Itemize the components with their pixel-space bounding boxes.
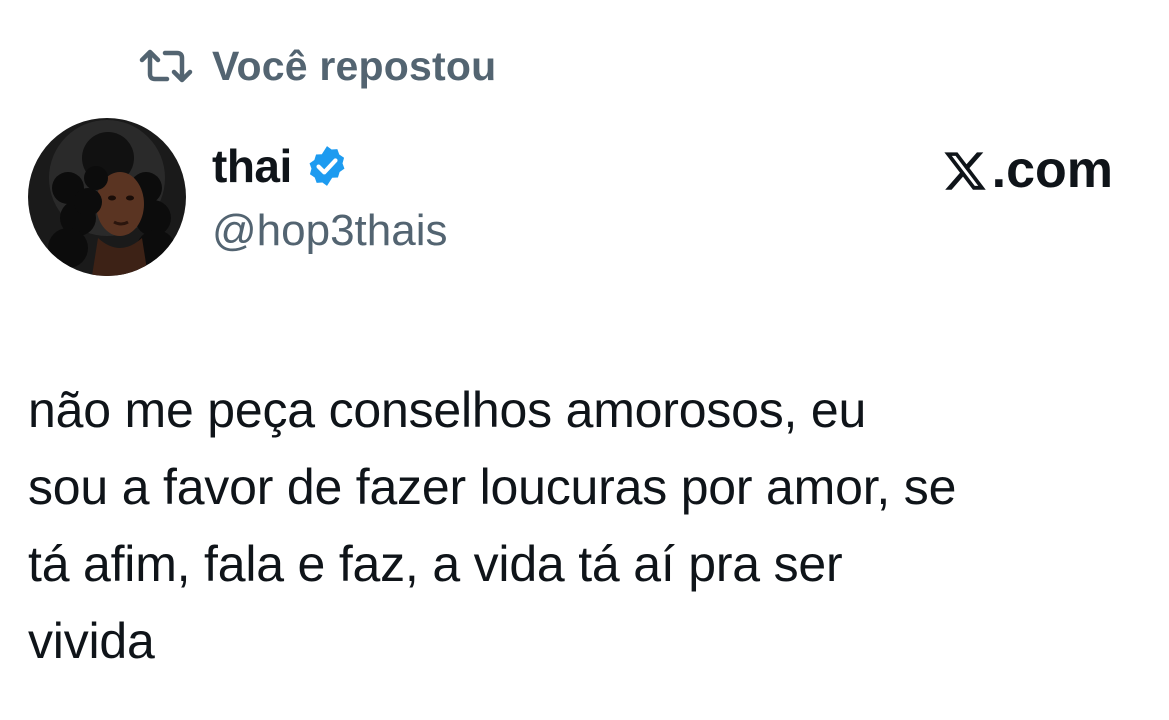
tweet-text-line: não me peça conselhos amorosos, eu [28,382,867,438]
tweet-text-line: sou a favor de fazer loucuras por amor, … [28,459,957,515]
x-logo-icon [942,147,988,193]
repost-context[interactable]: Você repostou [138,40,496,92]
avatar[interactable] [28,118,186,276]
tweet-text-line: tá afim, fala e faz, a vida tá aí pra se… [28,536,843,592]
author-display-name[interactable]: thai [212,139,292,193]
verified-badge-icon [304,142,352,190]
author-handle[interactable]: @hop3thais [212,206,448,256]
repost-label: Você repostou [212,42,497,89]
author-name-row: thai [212,138,448,194]
tweet-text-line: vivida [28,613,155,669]
brand-suffix: .com [991,141,1113,199]
tweet-author[interactable]: thai @hop3thais [212,138,448,256]
repost-icon [138,48,194,84]
x-com-brand: .com [942,140,1113,200]
tweet-text: não me peça conselhos amorosos, eu sou a… [28,372,1153,680]
